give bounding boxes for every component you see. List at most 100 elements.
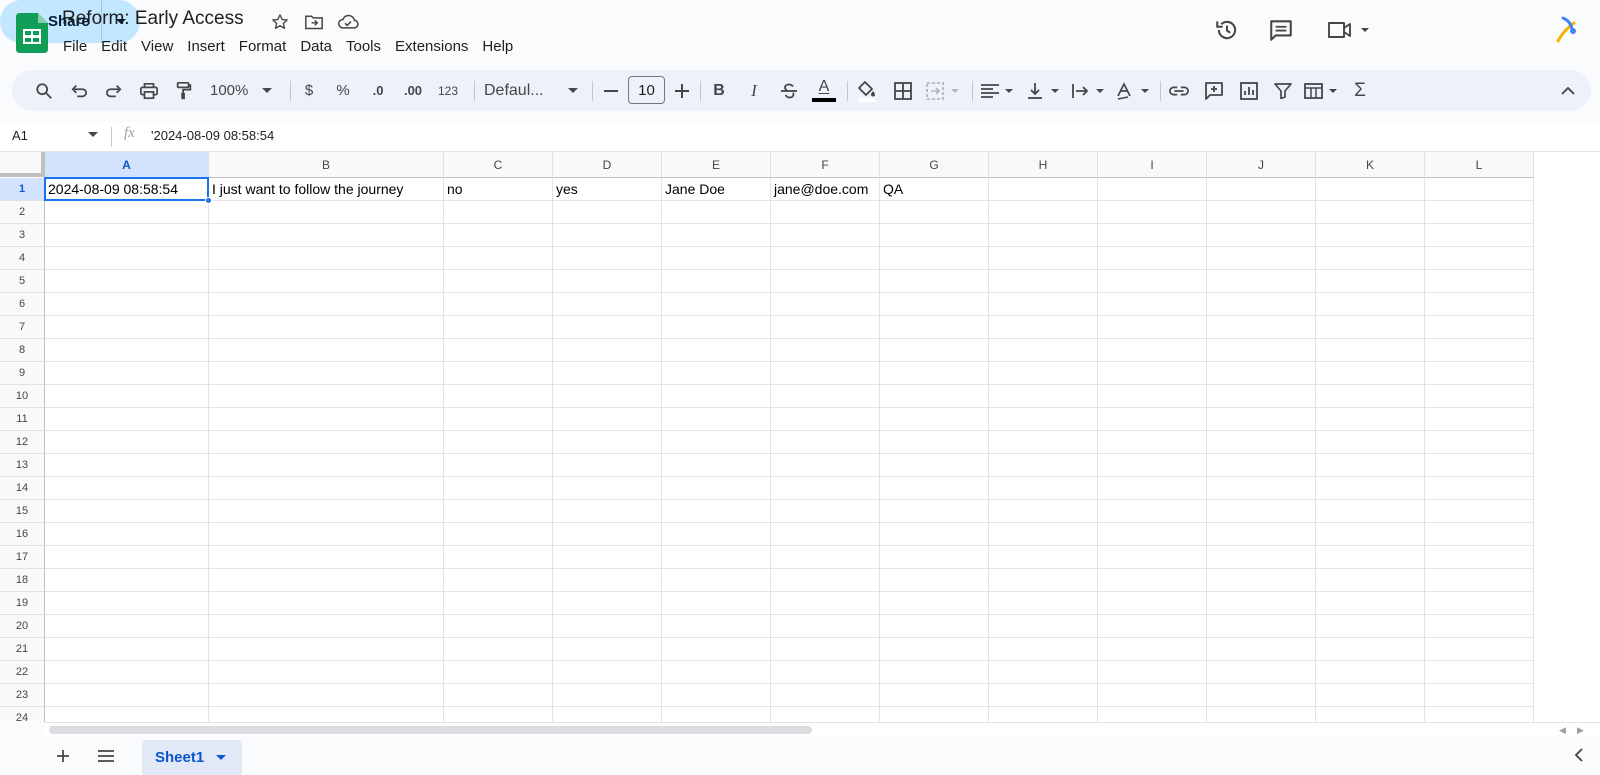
cell-i24[interactable] <box>1098 707 1207 722</box>
cell-d5[interactable] <box>553 270 662 293</box>
cell-e21[interactable] <box>662 638 771 661</box>
cell-h21[interactable] <box>989 638 1098 661</box>
cell-g19[interactable] <box>880 592 989 615</box>
cell-b12[interactable] <box>209 431 444 454</box>
cell-k7[interactable] <box>1316 316 1425 339</box>
cell-g14[interactable] <box>880 477 989 500</box>
cell-h10[interactable] <box>989 385 1098 408</box>
percent-format-button[interactable]: % <box>330 75 356 106</box>
row-header-19[interactable]: 19 <box>0 592 45 615</box>
cell-k20[interactable] <box>1316 615 1425 638</box>
text-color-button[interactable]: A <box>808 75 840 106</box>
cell-c24[interactable] <box>444 707 553 722</box>
cell-e8[interactable] <box>662 339 771 362</box>
cell-a11[interactable] <box>45 408 209 431</box>
row-header-17[interactable]: 17 <box>0 546 45 569</box>
cell-d11[interactable] <box>553 408 662 431</box>
cell-i6[interactable] <box>1098 293 1207 316</box>
cell-c20[interactable] <box>444 615 553 638</box>
cell-l21[interactable] <box>1425 638 1534 661</box>
cell-d20[interactable] <box>553 615 662 638</box>
row-header-8[interactable]: 8 <box>0 339 45 362</box>
cell-e13[interactable] <box>662 454 771 477</box>
cell-k3[interactable] <box>1316 224 1425 247</box>
cell-f22[interactable] <box>771 661 880 684</box>
cell-j17[interactable] <box>1207 546 1316 569</box>
cell-l8[interactable] <box>1425 339 1534 362</box>
cell-f19[interactable] <box>771 592 880 615</box>
cell-e4[interactable] <box>662 247 771 270</box>
cell-g5[interactable] <box>880 270 989 293</box>
row-header-5[interactable]: 5 <box>0 270 45 293</box>
scroll-right-icon[interactable]: ▶ <box>1577 725 1584 736</box>
cell-c1[interactable]: no <box>444 178 553 201</box>
cell-b14[interactable] <box>209 477 444 500</box>
merge-cells-icon[interactable] <box>924 75 966 106</box>
cell-j9[interactable] <box>1207 362 1316 385</box>
cell-k18[interactable] <box>1316 569 1425 592</box>
horizontal-scrollbar[interactable]: ◀ ▶ <box>45 722 1600 736</box>
cell-f17[interactable] <box>771 546 880 569</box>
cell-g15[interactable] <box>880 500 989 523</box>
cell-f8[interactable] <box>771 339 880 362</box>
comments-icon[interactable] <box>1265 14 1297 46</box>
cell-k17[interactable] <box>1316 546 1425 569</box>
cell-d7[interactable] <box>553 316 662 339</box>
scroll-left-icon[interactable]: ◀ <box>1559 725 1566 736</box>
cell-d3[interactable] <box>553 224 662 247</box>
cell-l13[interactable] <box>1425 454 1534 477</box>
cell-e16[interactable] <box>662 523 771 546</box>
cell-l14[interactable] <box>1425 477 1534 500</box>
cell-d21[interactable] <box>553 638 662 661</box>
row-header-6[interactable]: 6 <box>0 293 45 316</box>
sheets-logo-icon[interactable] <box>16 13 48 53</box>
cell-d16[interactable] <box>553 523 662 546</box>
add-sheet-icon[interactable] <box>53 746 73 766</box>
cell-b21[interactable] <box>209 638 444 661</box>
cell-e6[interactable] <box>662 293 771 316</box>
cell-f2[interactable] <box>771 201 880 224</box>
decrease-font-size-icon[interactable] <box>600 75 622 106</box>
column-header-f[interactable]: F <box>771 152 880 178</box>
cell-a1[interactable]: 2024-08-09 08:58:54 <box>45 178 209 201</box>
cell-j10[interactable] <box>1207 385 1316 408</box>
bold-button[interactable]: B <box>706 75 732 106</box>
cell-f11[interactable] <box>771 408 880 431</box>
currency-format-button[interactable]: $ <box>296 75 322 106</box>
cell-e9[interactable] <box>662 362 771 385</box>
cell-h3[interactable] <box>989 224 1098 247</box>
cell-b5[interactable] <box>209 270 444 293</box>
chevron-down-icon[interactable] <box>88 132 98 138</box>
cell-d9[interactable] <box>553 362 662 385</box>
cell-c3[interactable] <box>444 224 553 247</box>
cell-e24[interactable] <box>662 707 771 722</box>
row-header-7[interactable]: 7 <box>0 316 45 339</box>
cell-c4[interactable] <box>444 247 553 270</box>
cell-f7[interactable] <box>771 316 880 339</box>
cell-l3[interactable] <box>1425 224 1534 247</box>
cell-c6[interactable] <box>444 293 553 316</box>
cell-a24[interactable] <box>45 707 209 722</box>
cell-e2[interactable] <box>662 201 771 224</box>
cell-h19[interactable] <box>989 592 1098 615</box>
search-menus-icon[interactable] <box>30 75 58 106</box>
cell-h18[interactable] <box>989 569 1098 592</box>
cell-f5[interactable] <box>771 270 880 293</box>
cell-c5[interactable] <box>444 270 553 293</box>
cell-h7[interactable] <box>989 316 1098 339</box>
cell-i5[interactable] <box>1098 270 1207 293</box>
cell-l6[interactable] <box>1425 293 1534 316</box>
cell-l18[interactable] <box>1425 569 1534 592</box>
cell-i2[interactable] <box>1098 201 1207 224</box>
cell-h4[interactable] <box>989 247 1098 270</box>
cell-c15[interactable] <box>444 500 553 523</box>
cell-l5[interactable] <box>1425 270 1534 293</box>
cell-f1[interactable]: jane@doe.com <box>771 178 880 201</box>
cell-g10[interactable] <box>880 385 989 408</box>
text-rotation-icon[interactable] <box>1114 75 1154 106</box>
cell-a16[interactable] <box>45 523 209 546</box>
cell-j6[interactable] <box>1207 293 1316 316</box>
row-header-12[interactable]: 12 <box>0 431 45 454</box>
cell-d23[interactable] <box>553 684 662 707</box>
cell-h14[interactable] <box>989 477 1098 500</box>
